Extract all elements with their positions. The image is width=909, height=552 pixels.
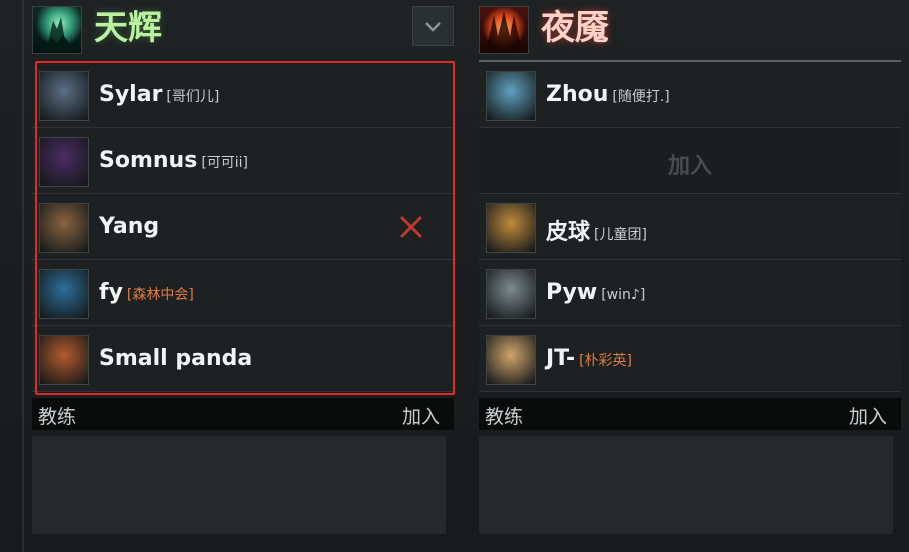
player-row[interactable]: Zhou [随便打.] (479, 62, 901, 128)
join-slot-button[interactable]: 加入 (479, 148, 901, 180)
avatar (39, 71, 89, 121)
player-name-text: Zhou (546, 82, 609, 107)
player-name: Zhou [随便打.] (546, 82, 670, 107)
player-team-tag: [儿童团] (594, 227, 647, 243)
team-dropdown-button[interactable] (412, 6, 454, 46)
player-name-text: 皮球 (546, 220, 591, 245)
player-row[interactable]: 皮球 [儿童团] (479, 194, 901, 260)
radiant-coach-slot[interactable] (32, 436, 446, 534)
dire-team-logo-icon (479, 6, 529, 54)
dire-player-list: Zhou [随便打.] 加入皮球 [儿童团] Pyw [win♪] JT- [朴彩英] (479, 62, 901, 392)
player-team-tag: [哥们儿] (166, 89, 220, 105)
radiant-panel: 天辉 Sylar [哥们儿] Somnus [可可ii] Yang fy [森林中会] Sma… (32, 0, 454, 534)
player-row[interactable]: Small panda (32, 326, 454, 392)
chevron-down-icon (425, 22, 441, 32)
player-row[interactable]: Sylar [哥们儿] (32, 62, 454, 128)
avatar (39, 203, 89, 253)
player-name-text: Small panda (99, 346, 253, 371)
avatar (486, 203, 536, 253)
player-row[interactable]: Yang (32, 194, 454, 260)
avatar (486, 71, 536, 121)
player-name: Somnus [可可ii] (99, 148, 248, 173)
avatar (39, 335, 89, 385)
radiant-player-list: Sylar [哥们儿] Somnus [可可ii] Yang fy [森林中会] Small … (32, 62, 454, 392)
radiant-team-logo-icon (32, 6, 82, 54)
player-team-tag: [可可ii] (201, 155, 249, 171)
coach-join-button[interactable]: 加入 (849, 402, 887, 429)
avatar (39, 137, 89, 187)
player-name: Yang (99, 214, 159, 239)
player-name-text: Sylar (99, 82, 163, 107)
coach-label: 教练 (38, 406, 77, 428)
dire-panel: 夜魇 Zhou [随便打.] 加入 皮球 [儿童团] Pyw [win♪] JT- [朴彩英] … (479, 0, 901, 534)
dire-header: 夜魇 (479, 0, 901, 60)
radiant-coach-bar: 教练 加入 (32, 398, 454, 430)
coach-join-button[interactable]: 加入 (402, 402, 440, 429)
player-name: fy [森林中会] (99, 280, 194, 305)
player-team-tag: [随便打.] (612, 89, 670, 105)
dire-coach-slot[interactable] (479, 436, 893, 534)
player-name-text: JT- (546, 346, 576, 371)
player-row[interactable]: Pyw [win♪] (479, 260, 901, 326)
avatar (486, 269, 536, 319)
join-slot-row[interactable]: 加入 (479, 128, 901, 194)
dire-team-name: 夜魇 (541, 8, 609, 48)
dire-coach-bar: 教练 加入 (479, 398, 901, 430)
player-row[interactable]: fy [森林中会] (32, 260, 454, 326)
player-row[interactable]: Somnus [可可ii] (32, 128, 454, 194)
player-name: 皮球 [儿童团] (546, 214, 647, 246)
player-name-text: Yang (99, 214, 160, 239)
avatar (486, 335, 536, 385)
radiant-team-name: 天辉 (94, 8, 162, 48)
player-team-tag: [朴彩英] (579, 353, 633, 369)
player-name: JT- [朴彩英] (546, 346, 632, 371)
player-name-text: fy (99, 280, 123, 305)
avatar (39, 269, 89, 319)
player-name: Pyw [win♪] (546, 280, 645, 305)
player-row[interactable]: JT- [朴彩英] (479, 326, 901, 392)
close-icon[interactable] (398, 214, 424, 240)
player-name: Sylar [哥们儿] (99, 82, 219, 107)
player-team-tag: [win♪] (601, 287, 646, 303)
player-name-text: Pyw (546, 280, 598, 305)
coach-label: 教练 (485, 406, 524, 428)
player-name: Small panda (99, 346, 252, 371)
player-team-tag: [森林中会] (126, 287, 194, 303)
player-name-text: Somnus (99, 148, 198, 173)
radiant-header: 天辉 (32, 0, 454, 60)
